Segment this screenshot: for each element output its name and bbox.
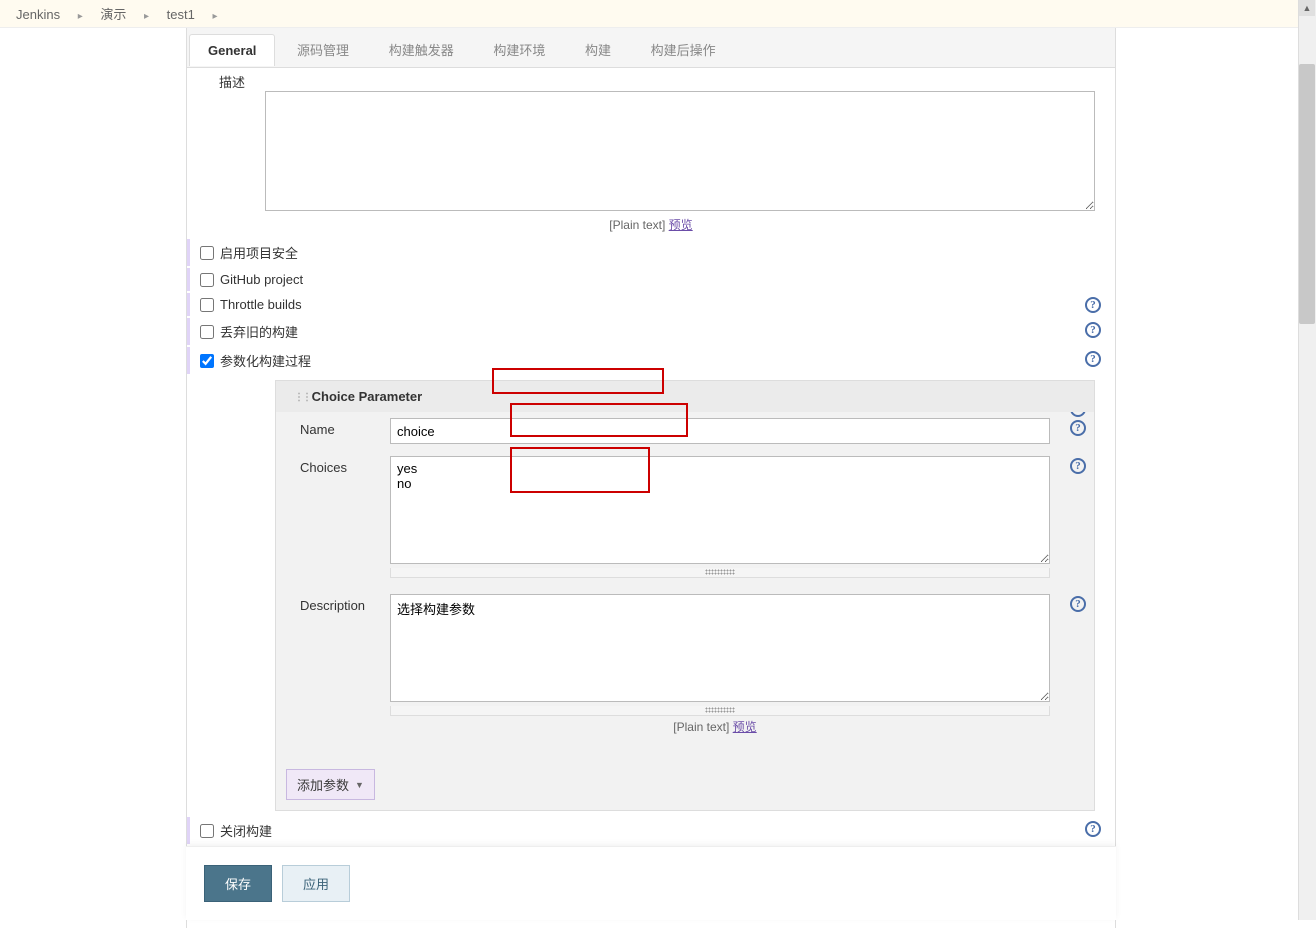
chevron-right-icon: ▸: [78, 11, 83, 22]
option-parameterized[interactable]: 参数化构建过程: [187, 347, 1115, 374]
checkbox-discard-old[interactable]: [200, 325, 214, 339]
breadcrumb: Jenkins ▸ 演示 ▸ test1 ▸: [0, 0, 1316, 28]
option-throttle-builds[interactable]: Throttle builds: [187, 293, 1115, 316]
option-enable-security[interactable]: 启用项目安全: [187, 239, 1115, 266]
breadcrumb-jenkins[interactable]: Jenkins: [16, 7, 60, 22]
add-param-label: 添加参数: [297, 775, 349, 794]
param-title: Choice Parameter: [312, 389, 423, 404]
checkbox-enable-security[interactable]: [200, 246, 214, 260]
param-description-textarea[interactable]: [390, 594, 1050, 702]
checkbox-disable-build[interactable]: [200, 824, 214, 838]
breadcrumb-test1[interactable]: test1: [167, 7, 195, 22]
param-description-label: Description: [290, 594, 390, 613]
help-icon[interactable]: ?: [1085, 351, 1101, 367]
bottom-button-bar: 保存 应用: [186, 846, 1116, 920]
label-parameterized: 参数化构建过程: [220, 351, 311, 370]
plaintext-label: [Plain text]: [609, 218, 665, 232]
plaintext-label: [Plain text]: [673, 720, 729, 734]
help-icon[interactable]: ?: [1070, 596, 1086, 612]
add-param-button[interactable]: 添加参数 ▼: [286, 769, 375, 800]
tab-env[interactable]: 构建环境: [475, 32, 563, 67]
preview-link[interactable]: 预览: [669, 218, 693, 232]
description-textarea[interactable]: [265, 91, 1095, 211]
checkbox-parameterized[interactable]: [200, 354, 214, 368]
param-name-input[interactable]: [390, 418, 1050, 444]
resize-handle[interactable]: [390, 568, 1050, 578]
help-icon[interactable]: ?: [1085, 322, 1101, 338]
label-enable-security: 启用项目安全: [220, 243, 298, 262]
param-name-label: Name: [290, 418, 390, 437]
main-content: General 源码管理 构建触发器 构建环境 构建 构建后操作 描述 [Pla…: [186, 28, 1116, 928]
help-icon[interactable]: ?: [1085, 297, 1101, 313]
checkbox-github-project[interactable]: [200, 273, 214, 287]
choice-parameter-block: X ? ⋮⋮ Choice Parameter Name ? Choices ?…: [275, 380, 1095, 811]
option-github-project[interactable]: GitHub project: [187, 268, 1115, 291]
tab-general[interactable]: General: [189, 34, 275, 66]
help-icon[interactable]: ?: [1070, 420, 1086, 436]
description-label: 描述: [219, 72, 245, 91]
option-disable-build[interactable]: 关闭构建: [187, 817, 1115, 844]
scrollbar-thumb[interactable]: [1299, 64, 1315, 324]
config-tabs: General 源码管理 构建触发器 构建环境 构建 构建后操作: [187, 28, 1115, 68]
checkbox-throttle-builds[interactable]: [200, 298, 214, 312]
tab-triggers[interactable]: 构建触发器: [371, 32, 472, 67]
param-choices-label: Choices: [290, 456, 390, 475]
breadcrumb-demo[interactable]: 演示: [100, 7, 126, 22]
help-icon[interactable]: ?: [1070, 458, 1086, 474]
resize-handle[interactable]: [390, 706, 1050, 716]
param-choices-textarea[interactable]: [390, 456, 1050, 564]
tab-build[interactable]: 构建: [567, 32, 629, 67]
label-disable-build: 关闭构建: [220, 821, 272, 840]
label-github-project: GitHub project: [220, 272, 303, 287]
scrollbar-track[interactable]: ▲: [1298, 0, 1316, 920]
label-throttle-builds: Throttle builds: [220, 297, 302, 312]
caret-down-icon: ▼: [355, 780, 364, 790]
label-discard-old: 丢弃旧的构建: [220, 322, 298, 341]
drag-grip-icon[interactable]: ⋮⋮: [294, 392, 304, 403]
chevron-right-icon: ▸: [144, 11, 149, 22]
tab-scm[interactable]: 源码管理: [279, 32, 367, 67]
param-header[interactable]: ⋮⋮ Choice Parameter: [276, 381, 1094, 412]
chevron-right-icon: ▸: [212, 11, 217, 22]
scrollbar-up-icon[interactable]: ▲: [1299, 0, 1315, 16]
preview-link[interactable]: 预览: [733, 720, 757, 734]
help-icon[interactable]: ?: [1085, 821, 1101, 837]
option-discard-old[interactable]: 丢弃旧的构建: [187, 318, 1115, 345]
apply-button[interactable]: 应用: [282, 865, 350, 902]
save-button[interactable]: 保存: [204, 865, 272, 902]
tab-post[interactable]: 构建后操作: [633, 32, 734, 67]
